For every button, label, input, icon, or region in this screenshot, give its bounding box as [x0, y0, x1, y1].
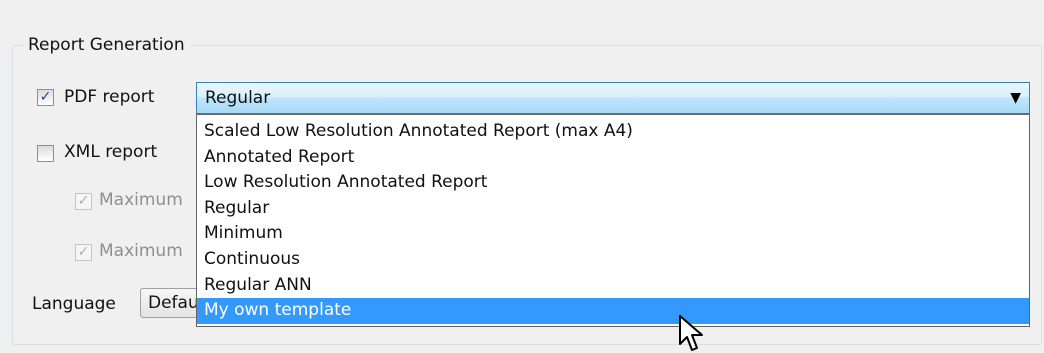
- maximum-option-1-label: Maximum: [99, 190, 183, 210]
- xml-report-checkbox[interactable]: [37, 145, 54, 162]
- xml-report-label[interactable]: XML report: [64, 141, 157, 163]
- pdf-report-label[interactable]: PDF report: [64, 86, 154, 108]
- combobox-selected-value: Regular: [205, 88, 271, 108]
- checkmark-icon: ✓: [77, 244, 90, 260]
- maximum-option-2-checkbox[interactable]: ✓: [75, 244, 92, 261]
- checkmark-icon: ✓: [77, 193, 90, 209]
- pdf-report-checkbox[interactable]: ✓: [37, 89, 54, 106]
- language-label: Language: [32, 294, 116, 314]
- dropdown-option-highlighted[interactable]: My own template: [197, 298, 1029, 324]
- group-title: Report Generation: [24, 33, 191, 57]
- maximum-option-2-label: Maximum: [99, 241, 183, 261]
- dropdown-option[interactable]: Minimum: [197, 221, 1029, 247]
- dropdown-option[interactable]: Regular: [197, 196, 1029, 222]
- dropdown-option[interactable]: Continuous: [197, 247, 1029, 273]
- dropdown-option[interactable]: Scaled Low Resolution Annotated Report (…: [197, 119, 1029, 145]
- maximum-option-1-checkbox[interactable]: ✓: [75, 193, 92, 210]
- dropdown-option[interactable]: Low Resolution Annotated Report: [197, 170, 1029, 196]
- checkmark-icon: ✓: [39, 89, 52, 105]
- report-generation-panel: Report Generation ✓ PDF report XML repor…: [0, 0, 1044, 353]
- chevron-down-icon[interactable]: ▼: [1010, 89, 1021, 107]
- mouse-pointer-icon: [679, 315, 703, 351]
- dropdown-option[interactable]: Regular ANN: [197, 273, 1029, 299]
- pdf-template-combobox[interactable]: Regular ▼: [196, 82, 1030, 114]
- dropdown-option[interactable]: Annotated Report: [197, 145, 1029, 171]
- template-dropdown-list: Scaled Low Resolution Annotated Report (…: [196, 114, 1030, 327]
